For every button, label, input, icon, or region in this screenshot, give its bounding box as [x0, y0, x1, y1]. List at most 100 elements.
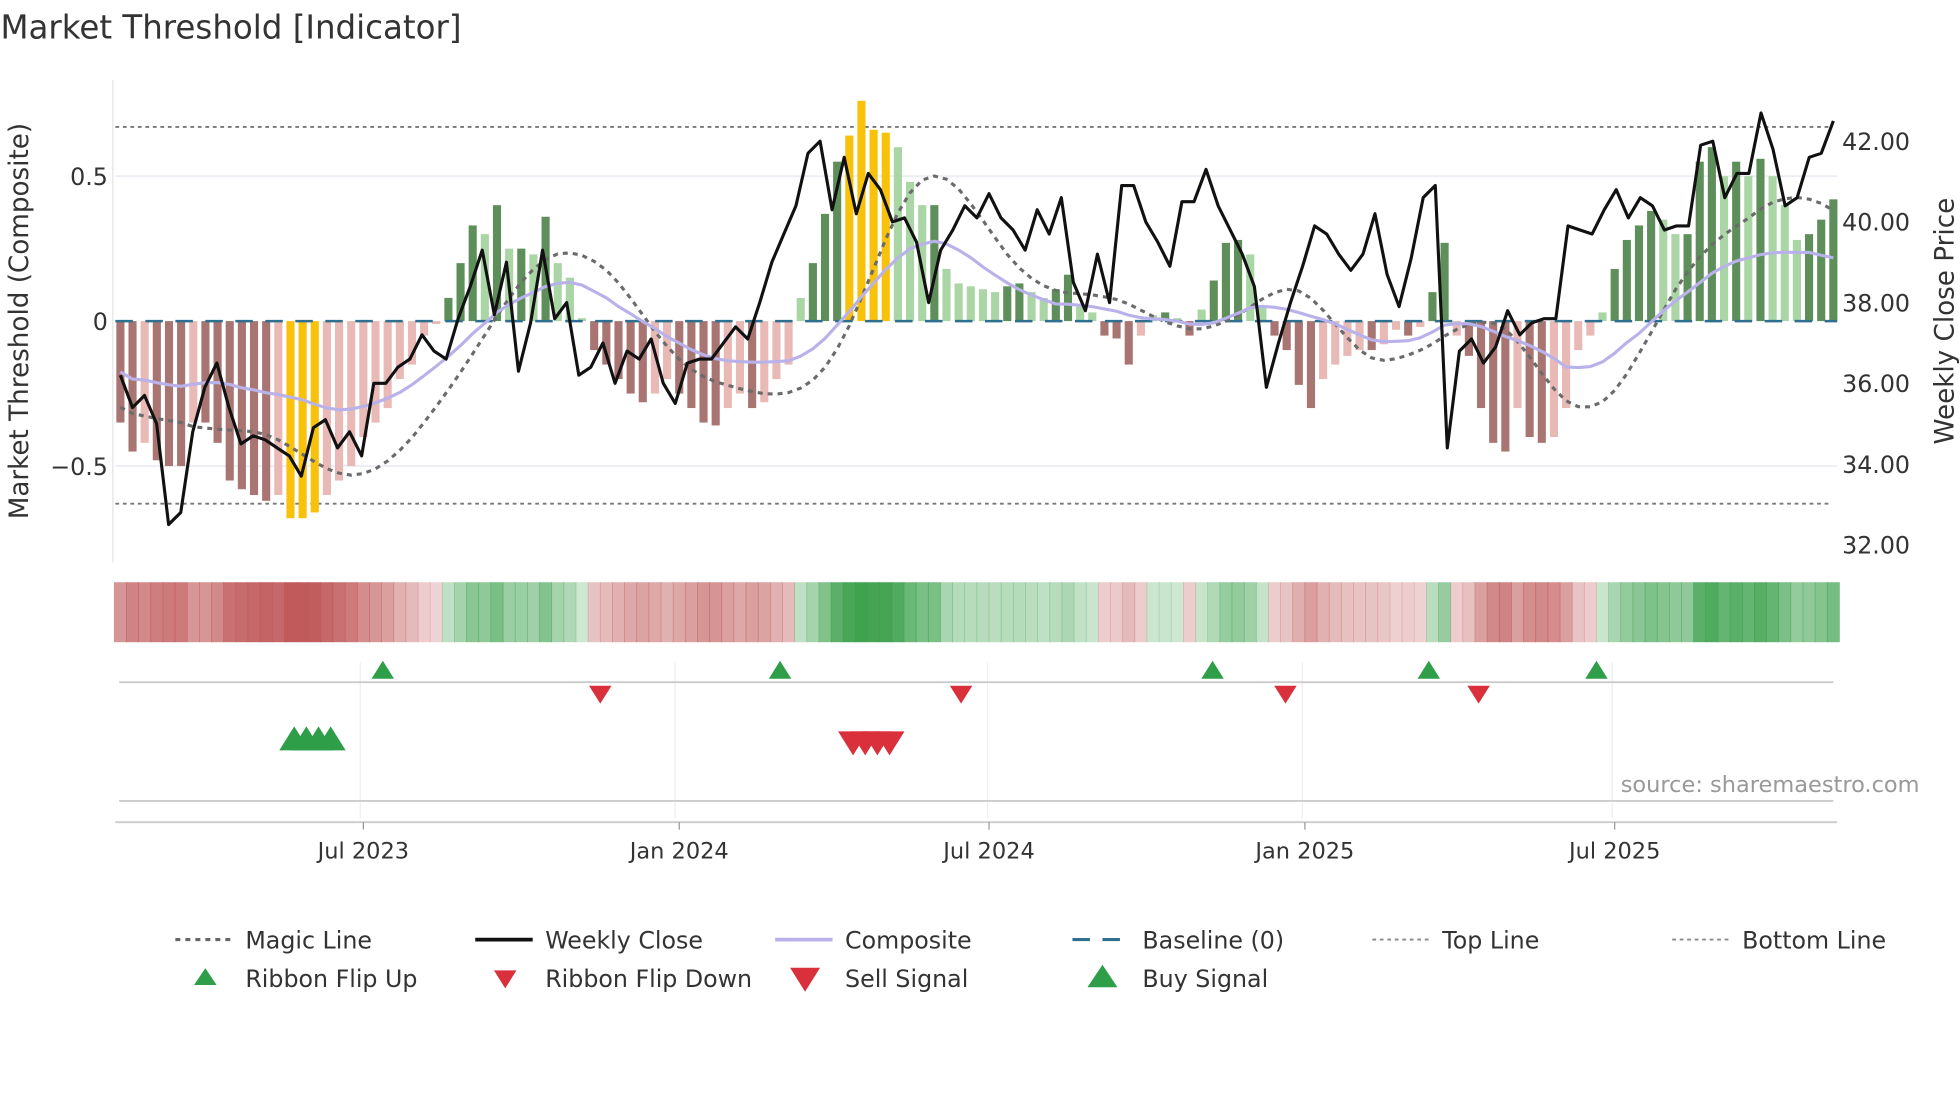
market-threshold-chart: Market Threshold [Indicator] Market Thre… [0, 9, 1960, 993]
composite-bar [808, 263, 817, 322]
ribbon-cell [198, 582, 212, 643]
composite-bar [420, 321, 429, 336]
ribbon-cell [271, 582, 285, 643]
ribbon-cell [138, 582, 152, 643]
ribbon-cell [636, 582, 650, 643]
ribbon-cell [1255, 582, 1269, 643]
ribbon-cell [1802, 582, 1816, 643]
composite-bar [869, 129, 878, 322]
composite-bar [638, 321, 647, 403]
composite-bar [286, 321, 295, 519]
legend-label: Buy Signal [1142, 965, 1268, 993]
composite-bar [1707, 147, 1716, 322]
ribbon-cell [1681, 582, 1695, 643]
ribbon-cell [1353, 582, 1367, 643]
ribbon-cell [417, 582, 431, 643]
ribbon-cell [174, 582, 188, 643]
ribbon-cell [1620, 582, 1634, 643]
ribbon-cell [855, 582, 868, 643]
y-tick-right: 38.00 [1842, 289, 1910, 317]
ribbon-cell [1766, 582, 1780, 643]
ribbon-cell [794, 582, 808, 643]
composite-bar [298, 321, 307, 519]
ribbon-cell [1146, 582, 1160, 643]
ribbon-cell [454, 582, 468, 643]
ribbon-cell [1073, 582, 1087, 643]
composite-bar [772, 321, 781, 380]
ribbon-cell [1037, 582, 1051, 643]
ribbon-cell [1644, 582, 1658, 643]
x-tick-label: Jul 2025 [1567, 838, 1660, 864]
ribbon-cell [393, 582, 407, 643]
composite-bar [1634, 225, 1644, 322]
ribbon-cell [709, 582, 723, 643]
chart-title: Market Threshold [Indicator] [0, 9, 461, 47]
composite-bar [1391, 321, 1401, 330]
ribbon-cell [1328, 582, 1342, 643]
ribbon-cell [551, 582, 565, 643]
triangle-down-icon [790, 967, 821, 992]
ribbon-cell [1596, 582, 1609, 643]
y-axis-label-left: Market Threshold (Composite) [5, 123, 35, 519]
ribbon-strip [113, 582, 1840, 643]
ribbon-cell [1340, 582, 1354, 643]
grid [115, 125, 1838, 505]
ribbon-cell [1000, 582, 1014, 643]
ribbon-cell [502, 582, 516, 643]
composite-bar [1744, 176, 1753, 322]
ribbon-cell [126, 582, 139, 643]
composite-bar [1683, 234, 1692, 322]
composite-bar [1586, 321, 1595, 336]
ribbon-cell [1450, 582, 1464, 643]
ribbon-cell [818, 582, 832, 643]
ribbon-flip-down-marker [589, 685, 612, 704]
ribbon-cell [1231, 582, 1245, 643]
ribbon-cell [514, 582, 528, 643]
ribbon-cell [988, 582, 1002, 643]
legend-item-composite: Composite [775, 926, 972, 954]
composite-bar [1647, 210, 1656, 322]
ribbon-cell [1754, 582, 1767, 643]
composite-bar [444, 297, 453, 322]
ribbon-cell [308, 582, 322, 643]
ribbon-cell [842, 582, 856, 643]
legend-label: Top Line [1441, 926, 1539, 954]
ribbon-cell [1741, 582, 1755, 643]
composite-bar [699, 321, 708, 423]
ribbon-cell [332, 582, 346, 643]
composite-bar [1732, 161, 1741, 322]
ribbon-cell [539, 582, 553, 643]
ribbon-cell [769, 582, 783, 643]
composite-bar [1817, 219, 1826, 322]
ribbon-cell [1559, 582, 1573, 643]
ribbon-flip-up-marker [1417, 660, 1441, 679]
ribbon-cell [903, 582, 917, 643]
ribbon-cell [247, 582, 261, 643]
triangle-up-icon [1087, 964, 1118, 988]
composite-bar [1197, 309, 1206, 322]
ribbon-cell [1134, 582, 1148, 643]
ribbon-cell [599, 582, 613, 643]
y-tick-left: 0.5 [70, 163, 108, 191]
legend: Magic Line Weekly Close Composite Baseline … [175, 926, 1886, 993]
ribbon-cell [684, 582, 698, 643]
y-tick-right: 36.00 [1842, 370, 1910, 398]
ribbon-cell [1110, 582, 1124, 643]
x-ticks: Jul 2023 Jan 2024 Jul 2024 Jan 2025 Jul 2025 [316, 822, 1660, 864]
composite-bar [1501, 321, 1510, 452]
composite-bar [1124, 321, 1133, 365]
ribbon-flip-up-marker [768, 660, 792, 679]
ribbon-cell [1705, 582, 1719, 643]
composite-bar [1088, 312, 1097, 322]
composite-bar [1829, 199, 1838, 322]
ribbon-cell [1571, 582, 1585, 643]
ribbon-cell [952, 582, 966, 643]
ribbon-cell [113, 582, 127, 643]
x-tick-label: Jan 2025 [1253, 838, 1354, 864]
ribbon-cell [1061, 582, 1075, 643]
ribbon-cell [648, 582, 662, 643]
ribbon-cell [867, 582, 881, 643]
ribbon-cell [284, 582, 297, 643]
ribbon-cell [235, 582, 249, 643]
ribbon-cell [1097, 582, 1111, 643]
